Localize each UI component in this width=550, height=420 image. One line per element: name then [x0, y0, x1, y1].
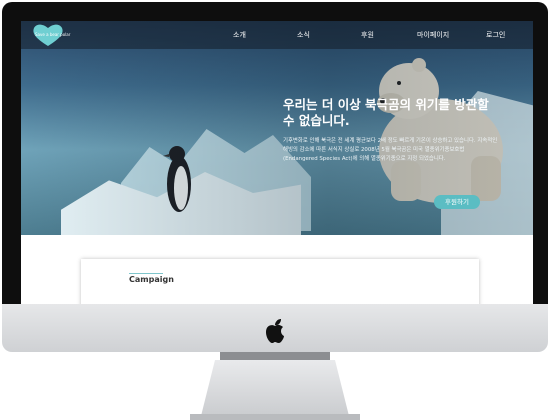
nav-item-login[interactable]: 로그인 [486, 30, 505, 40]
hero-headline: 우리는 더 이상 북극곰의 위기를 방관할 수 없습니다. [283, 97, 489, 128]
nav-item-donate[interactable]: 후원 [361, 30, 374, 40]
hero-description: 기후변화로 인해 북극은 전 세계 평균보다 2배 정도 빠르게 기온이 상승하… [283, 138, 498, 162]
monitor-stand-base [190, 414, 360, 420]
top-navigation: Save a bear polar 소개 소식 후원 마이페이지 로그인 [21, 21, 533, 49]
screen: Save a bear polar 소개 소식 후원 마이페이지 로그인 우리는… [21, 21, 533, 307]
nav-item-news[interactable]: 소식 [297, 30, 310, 40]
logo-text: Save a bear polar [35, 32, 71, 37]
monitor-bezel: Save a bear polar 소개 소식 후원 마이페이지 로그인 우리는… [2, 2, 548, 307]
section-title: Campaign [129, 275, 174, 284]
donate-button[interactable]: 후원하기 [434, 195, 480, 209]
nav-item-mypage[interactable]: 마이페이지 [417, 30, 449, 40]
nav-item-about[interactable]: 소개 [233, 30, 246, 40]
section-title-underline [129, 273, 163, 274]
monitor-stand [200, 360, 350, 420]
campaign-card: Campaign [81, 259, 479, 307]
apple-logo-icon [266, 319, 284, 343]
